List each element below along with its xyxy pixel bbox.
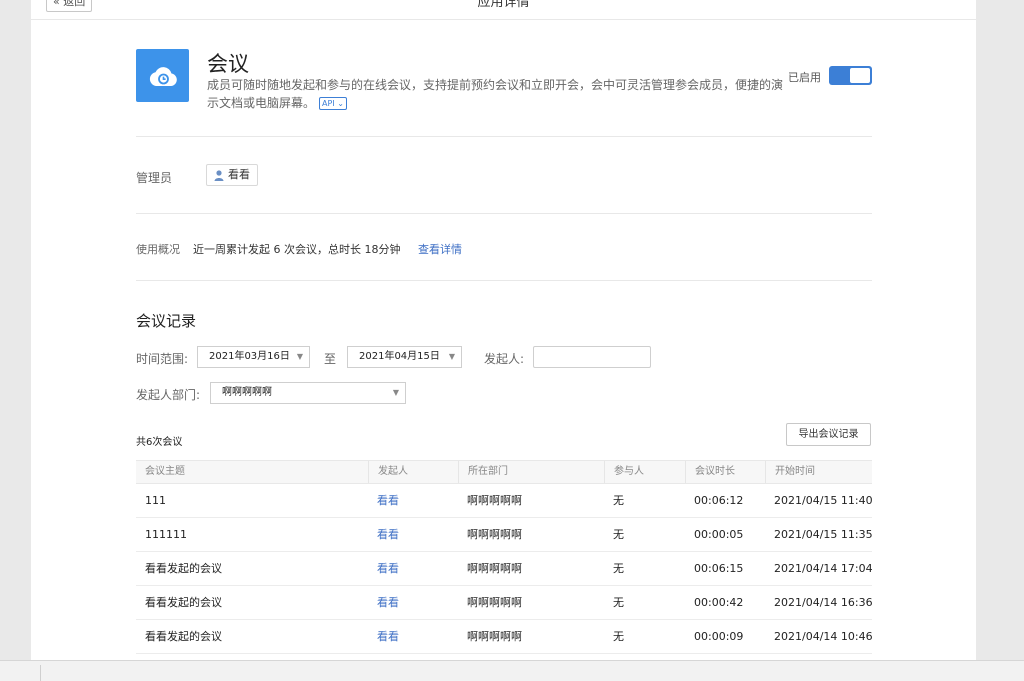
cell-department: 啊啊啊啊啊 [467, 562, 522, 575]
enable-toggle[interactable] [829, 66, 872, 85]
cell-initiator-link[interactable]: 看看 [368, 484, 399, 518]
cell-start-time: 2021/04/14 10:46 [774, 630, 873, 643]
column-header-duration: 会议时长 [685, 461, 735, 483]
app-description-text: 成员可随时随地发起和参与的在线会议，支持提前预约会议和立即开会，会中可灵活管理参… [207, 78, 784, 110]
column-header-participants: 参与人 [604, 461, 644, 483]
start-date-select[interactable]: 2021年03月16日 ▼ [197, 346, 310, 368]
cell-department: 啊啊啊啊啊 [467, 630, 522, 643]
end-date-select[interactable]: 2021年04月15日 ▼ [347, 346, 462, 368]
cell-duration: 00:00:05 [694, 528, 744, 541]
table-row[interactable]: 看看发起的会议 看看 啊啊啊啊啊 无 00:00:42 2021/04/14 1… [136, 586, 873, 620]
table-row[interactable]: 看看发起的会议 看看 啊啊啊啊啊 无 00:00:09 2021/04/14 1… [136, 620, 873, 654]
cell-topic: 看看发起的会议 [145, 562, 222, 575]
cell-topic: 111111 [145, 528, 187, 541]
admin-label: 管理员 [136, 171, 173, 185]
cell-start-time: 2021/04/14 17:04 [774, 562, 873, 575]
records-title: 会议记录 [136, 312, 197, 330]
meeting-records-table: 会议主题 发起人 所在部门 参与人 会议时长 开始时间 111 看看 啊啊啊啊啊… [136, 460, 873, 654]
cloud-icon [136, 49, 189, 102]
cell-topic: 看看发起的会议 [145, 630, 222, 643]
department-value: 啊啊啊啊啊 [222, 387, 272, 398]
enabled-label: 已启用 [788, 71, 821, 84]
column-header-initiator: 发起人 [368, 461, 408, 483]
table-row[interactable]: 111 看看 啊啊啊啊啊 无 00:06:12 2021/04/15 11:40 [136, 484, 873, 518]
initiator-label: 发起人: [484, 352, 525, 366]
cell-start-time: 2021/04/15 11:40 [774, 494, 873, 507]
cell-initiator-link[interactable]: 看看 [368, 552, 399, 586]
cell-topic: 看看发起的会议 [145, 596, 222, 609]
column-header-department: 所在部门 [458, 461, 508, 483]
cell-duration: 00:00:09 [694, 630, 744, 643]
cell-participants: 无 [613, 596, 624, 609]
caret-down-icon: ▼ [392, 388, 399, 397]
table-header: 会议主题 发起人 所在部门 参与人 会议时长 开始时间 [136, 460, 872, 484]
divider [136, 280, 872, 281]
cell-duration: 00:06:12 [694, 494, 744, 507]
cell-duration: 00:00:42 [694, 596, 744, 609]
to-label: 至 [324, 352, 337, 366]
api-badge[interactable]: API ⌄ [319, 97, 347, 110]
department-label: 发起人部门: [136, 388, 201, 402]
cell-department: 啊啊啊啊啊 [467, 528, 522, 541]
status-bar-separator [40, 665, 41, 681]
cell-start-time: 2021/04/15 11:35 [774, 528, 873, 541]
usage-summary: 近一周累计发起 6 次会议，总时长 18分钟 [193, 243, 401, 256]
cell-initiator-link[interactable]: 看看 [368, 586, 399, 620]
start-date-value: 2021年03月16日 [209, 351, 290, 362]
view-details-link[interactable]: 查看详情 [418, 241, 462, 257]
meeting-count: 共6次会议 [136, 437, 183, 448]
export-records-button[interactable]: 导出会议记录 [786, 423, 871, 446]
initiator-input[interactable] [533, 346, 651, 368]
cell-department: 啊啊啊啊啊 [467, 494, 522, 507]
cell-participants: 无 [613, 494, 624, 507]
table-row[interactable]: 111111 看看 啊啊啊啊啊 无 00:00:05 2021/04/15 11… [136, 518, 873, 552]
cell-participants: 无 [613, 630, 624, 643]
page-title: 应用详情 [477, 0, 530, 10]
cell-department: 啊啊啊啊啊 [467, 596, 522, 609]
department-select[interactable]: 啊啊啊啊啊 ▼ [210, 382, 406, 404]
user-icon [214, 169, 224, 181]
bottom-status-bar [0, 660, 1024, 681]
app-detail-panel: « 返回 应用详情 会议 成员可随时随地发起和参与的在线会议，支持提前预约会议和… [31, 0, 976, 660]
caret-down-icon: ▼ [296, 352, 303, 361]
time-range-label: 时间范围: [136, 352, 189, 366]
caret-down-icon: ▼ [448, 352, 455, 361]
cell-participants: 无 [613, 528, 624, 541]
cell-initiator-link[interactable]: 看看 [368, 518, 399, 552]
cell-participants: 无 [613, 562, 624, 575]
top-bar: « 返回 应用详情 [31, 0, 976, 20]
app-name: 会议 [207, 52, 249, 76]
cell-duration: 00:06:15 [694, 562, 744, 575]
usage-label: 使用概况 [136, 243, 180, 256]
table-row[interactable]: 看看发起的会议 看看 啊啊啊啊啊 无 00:06:15 2021/04/14 1… [136, 552, 873, 586]
column-header-start-time: 开始时间 [765, 461, 815, 483]
toggle-knob [850, 68, 870, 83]
cell-topic: 111 [145, 494, 166, 507]
cell-start-time: 2021/04/14 16:36 [774, 596, 873, 609]
column-header-topic: 会议主题 [145, 466, 185, 477]
end-date-value: 2021年04月15日 [359, 351, 440, 362]
admin-user-name: 看看 [228, 168, 250, 181]
divider [136, 213, 872, 214]
app-description: 成员可随时随地发起和参与的在线会议，支持提前预约会议和立即开会，会中可灵活管理参… [207, 76, 787, 112]
admin-user-tag[interactable]: 看看 [206, 164, 258, 186]
cell-initiator-link[interactable]: 看看 [368, 620, 399, 654]
divider [136, 136, 872, 137]
